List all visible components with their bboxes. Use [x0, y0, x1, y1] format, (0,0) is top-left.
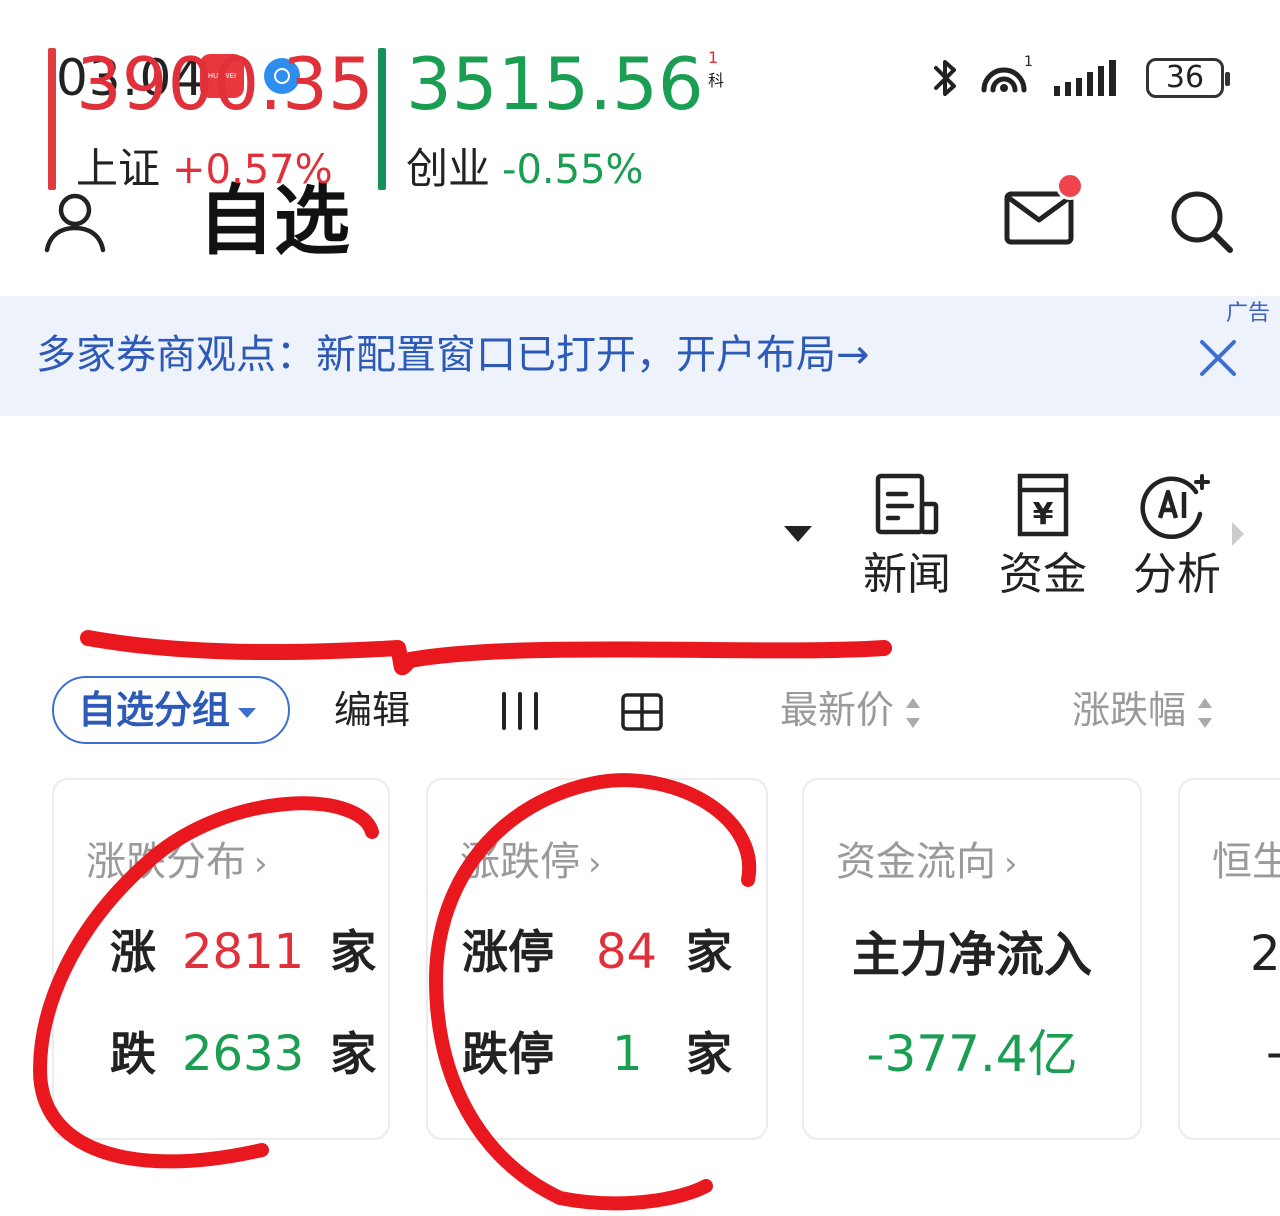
- hotspot-sup: 1: [1024, 54, 1033, 70]
- notification-dot: [1056, 172, 1084, 200]
- card-title-text: 涨跌分布: [86, 839, 246, 885]
- sort-latest-price-label: 最新价: [780, 688, 895, 732]
- battery-indicator: 36: [1146, 58, 1230, 98]
- limit-down-row: 跌停 1 家: [462, 1026, 742, 1082]
- chevron-down-icon[interactable]: [784, 526, 812, 542]
- card-title: 资金流向 ›: [836, 836, 1018, 890]
- index-bar: [378, 48, 386, 190]
- main-inflow-label: 主力净流入: [851, 927, 1092, 983]
- ad-text[interactable]: 多家券商观点：新配置窗口已打开，开户布局→: [36, 330, 870, 380]
- funds-label: 资金: [999, 549, 1087, 600]
- chevron-right-icon: ›: [588, 844, 602, 884]
- card-title-text: 资金流向: [836, 839, 996, 885]
- sort-icon: [1198, 697, 1213, 728]
- news-button[interactable]: 新闻: [852, 470, 962, 602]
- sort-latest-price[interactable]: 最新价: [780, 684, 921, 736]
- group-selector-button[interactable]: 自选分组: [52, 676, 290, 744]
- index-name: 创业 -0.55%: [406, 144, 644, 195]
- card-title-text: 恒生: [1212, 839, 1280, 885]
- ad-badge: 广告: [1225, 301, 1270, 326]
- funds-symbol: ¥: [1033, 497, 1054, 532]
- hang-seng-value: 25: [1250, 926, 1280, 982]
- sort-icon: [906, 697, 921, 728]
- columns-icon[interactable]: [500, 692, 540, 730]
- chevron-right-icon: ›: [254, 844, 268, 884]
- group-selector-label: 自选分组: [78, 688, 231, 732]
- card-fund-flow[interactable]: 资金流向 › 主力净流入 -377.4亿: [802, 778, 1142, 1140]
- down-count-row: 跌 2633 家: [110, 1026, 376, 1082]
- news-label: 新闻: [863, 549, 951, 600]
- card-title: 涨跌停 ›: [460, 836, 602, 890]
- sort-change-pct-label: 涨跌幅: [1072, 688, 1187, 732]
- index-value: 1: [708, 48, 719, 67]
- close-icon[interactable]: [1198, 338, 1238, 378]
- ad-banner[interactable]: 多家券商观点：新配置窗口已打开，开户布局→ 广告: [0, 296, 1280, 416]
- bluetooth-icon: [934, 60, 956, 96]
- user-icon[interactable]: [42, 190, 108, 256]
- unit-label: 家: [330, 1027, 377, 1081]
- up-label: 涨: [110, 925, 156, 979]
- limit-down-label: 跌停: [462, 1027, 554, 1081]
- index-change: -0.55%: [502, 147, 644, 193]
- grid-icon[interactable]: [620, 692, 664, 732]
- signal-icon: [1054, 60, 1116, 96]
- search-icon[interactable]: [1166, 186, 1236, 256]
- down-label: 跌: [110, 1027, 156, 1081]
- hotspot-icon: 1: [981, 54, 1033, 93]
- down-count: 2633: [182, 1026, 305, 1082]
- card-title: 涨跌分布 ›: [86, 836, 268, 890]
- funds-button[interactable]: ¥ 资金: [988, 470, 1098, 602]
- card-limit[interactable]: 涨跌停 › 涨停 84 家 跌停 1 家: [426, 778, 768, 1140]
- index-star[interactable]: 1 科: [708, 48, 766, 190]
- up-count-row: 涨 2811 家: [110, 924, 376, 980]
- chevron-right-icon: ›: [1004, 844, 1018, 884]
- index-name-text: 创业: [406, 144, 491, 193]
- caret-down-icon: [238, 707, 257, 718]
- unit-label: 家: [686, 925, 732, 979]
- index-value: 3900.35: [76, 42, 374, 126]
- limit-up-label: 涨停: [462, 925, 554, 979]
- main-inflow-value: -377.4亿: [866, 1025, 1078, 1083]
- edit-button[interactable]: 编辑: [334, 684, 410, 736]
- ai-icon: [1140, 474, 1210, 540]
- sort-change-pct[interactable]: 涨跌幅: [1072, 684, 1213, 736]
- index-name-text: 上证: [76, 144, 161, 193]
- status-icons: 1 36: [930, 50, 1230, 106]
- limit-up-count: 84: [596, 924, 658, 980]
- index-chinext[interactable]: 3515.56 创业 -0.55%: [378, 44, 704, 193]
- funds-icon: ¥: [1017, 473, 1069, 537]
- index-shanghai[interactable]: 3900.35 上证 +0.57%: [48, 44, 374, 193]
- card-title-text: 涨跌停: [460, 839, 580, 885]
- index-value: 3515.56: [406, 42, 704, 126]
- news-icon: [875, 473, 939, 535]
- card-hang-seng[interactable]: 恒生 25 -: [1178, 778, 1280, 1140]
- up-count: 2811: [182, 924, 305, 980]
- index-name-text: 科: [708, 71, 725, 90]
- index-bar: [48, 48, 56, 190]
- unit-label: 家: [330, 925, 377, 979]
- chevron-right-icon[interactable]: [1232, 522, 1244, 546]
- index-name: 上证 +0.57%: [76, 144, 333, 195]
- limit-up-row: 涨停 84 家: [462, 924, 742, 980]
- card-distribution[interactable]: 涨跌分布 › 涨 2811 家 跌 2633 家: [52, 778, 390, 1140]
- index-change: +0.57%: [172, 147, 333, 193]
- analysis-label: 分析: [1133, 549, 1221, 600]
- hang-seng-change: -: [1266, 1024, 1280, 1080]
- limit-down-count: 1: [612, 1026, 643, 1082]
- analysis-button[interactable]: 分析: [1122, 470, 1232, 602]
- unit-label: 家: [686, 1027, 732, 1081]
- annotation-underline: [80, 630, 892, 676]
